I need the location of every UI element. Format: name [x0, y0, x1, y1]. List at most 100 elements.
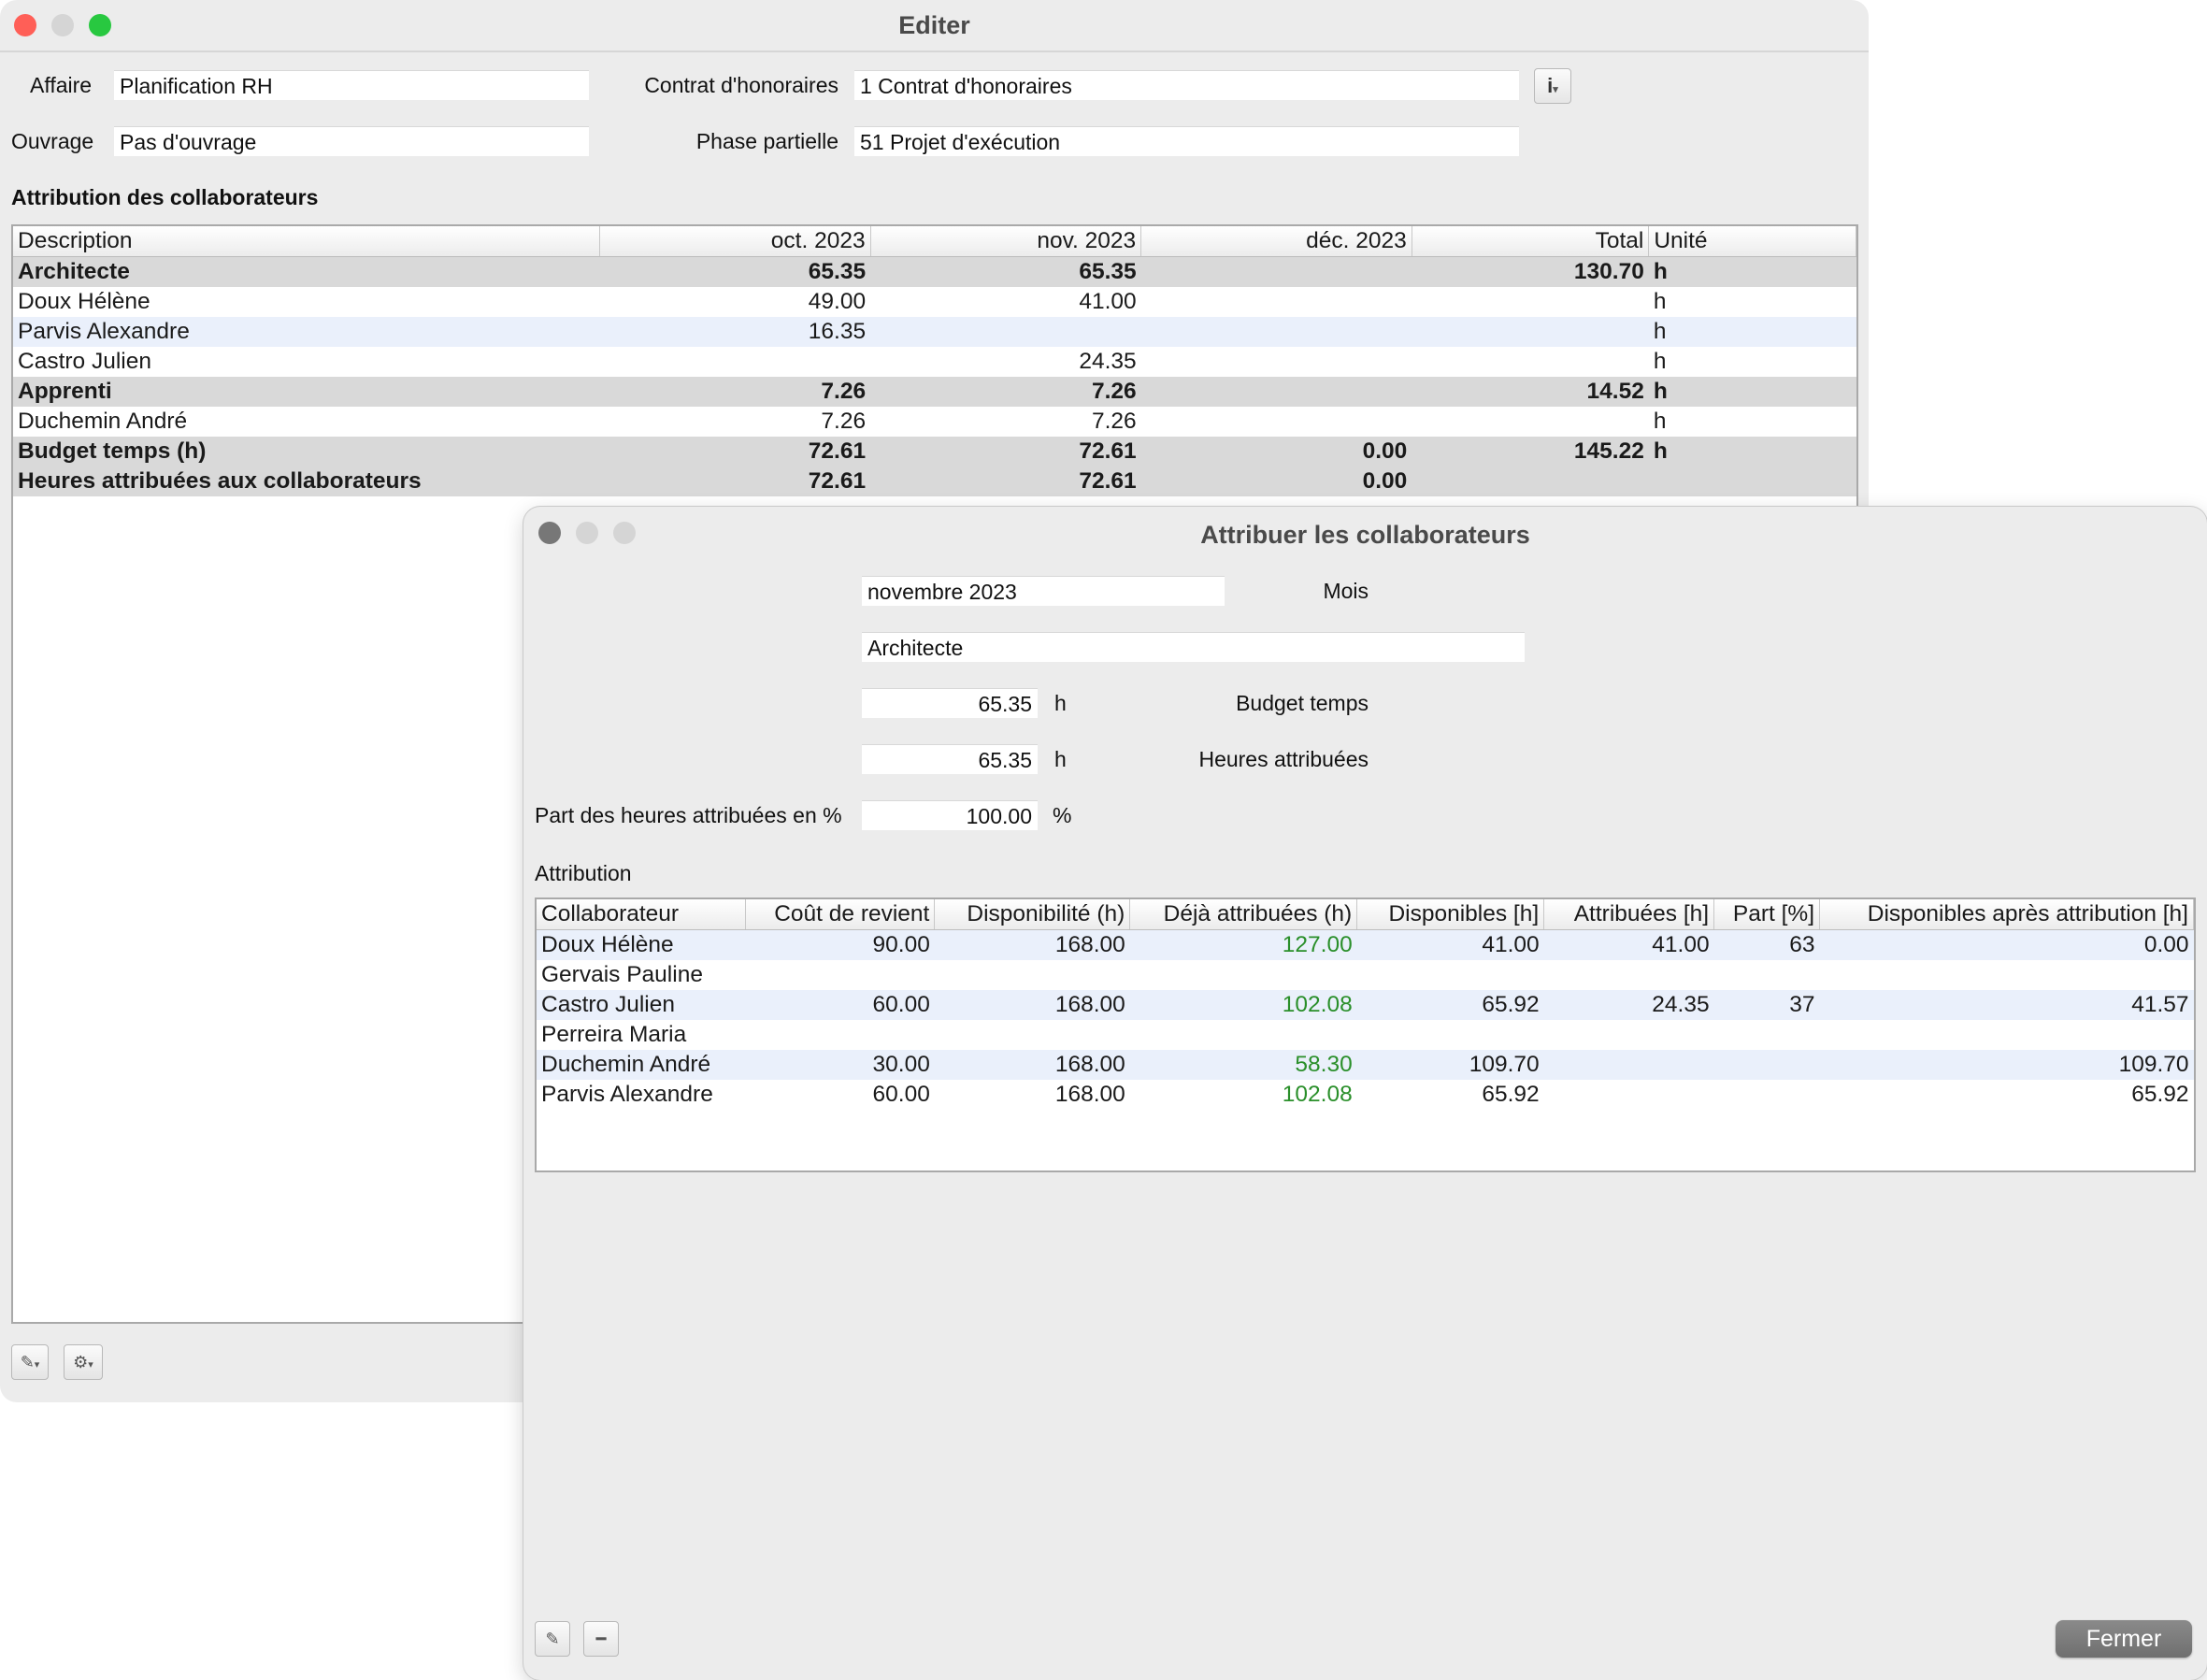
cell-total: 145.22	[1412, 437, 1649, 467]
ouvrage-label: Ouvrage	[11, 129, 94, 153]
cell-total: 14.52	[1412, 377, 1649, 407]
budget-field[interactable]: 65.35	[862, 688, 1038, 718]
cell-nov: 7.26	[1092, 409, 1137, 434]
editor-title: Editer	[898, 11, 970, 39]
cell-attribuees	[1544, 960, 1714, 990]
table-row[interactable]: Apprenti 7.26 7.26 14.52 h	[13, 377, 1856, 407]
cell-collaborateur: Castro Julien	[537, 990, 746, 1020]
cell-oct	[600, 347, 871, 377]
affaire-field[interactable]: Planification RH	[114, 70, 589, 100]
chevron-down-icon: ▾	[88, 1359, 93, 1371]
column-header-disponibilite[interactable]: Disponibilité (h)	[934, 899, 1131, 930]
column-header-nov[interactable]: nov. 2023	[870, 226, 1142, 257]
cell-apres: 65.92	[2131, 1082, 2189, 1107]
edit-menu-button[interactable]: ✎▾	[11, 1344, 49, 1380]
cell-cout: 30.00	[745, 1050, 935, 1080]
categories-field[interactable]: Architecte	[862, 632, 1525, 662]
column-header-apres[interactable]: Disponibles après attribution [h]	[1819, 899, 2194, 930]
info-dropdown-button[interactable]: i▾	[1534, 68, 1571, 104]
column-header-part[interactable]: Part [%]	[1713, 899, 1821, 930]
cell-unite: h	[1653, 289, 1667, 314]
column-header-description[interactable]: Description	[13, 226, 601, 257]
column-header-disponibles[interactable]: Disponibles [h]	[1356, 899, 1545, 930]
cell-collaborateur: Parvis Alexandre	[541, 1082, 713, 1107]
cell-attribuees: 41.00	[1543, 929, 1714, 960]
mois-field[interactable]: novembre 2023	[862, 576, 1225, 606]
edit-assignment-button[interactable]: ✎	[535, 1621, 570, 1657]
cell-description: Duchemin André	[18, 409, 188, 434]
cell-total	[1412, 407, 1649, 437]
cell-attribuees	[1543, 1050, 1714, 1080]
cell-dec	[1141, 407, 1412, 437]
table-row[interactable]: Architecte 65.35 65.35 130.70 h	[13, 256, 1856, 287]
table-header-row: Description oct. 2023 nov. 2023 déc. 202…	[13, 226, 1856, 257]
cell-unite: h	[1653, 409, 1667, 434]
cell-description: Heures attribuées aux collaborateurs	[13, 467, 600, 496]
column-header-unite[interactable]: Unité	[1648, 226, 1856, 257]
remove-assignment-button[interactable]: ━	[583, 1621, 619, 1657]
cell-attribuees: 24.35	[1543, 990, 1714, 1020]
cell-description: Castro Julien	[18, 349, 151, 374]
table-row[interactable]: Doux Hélène 49.00 41.00 h	[13, 287, 1856, 317]
table-row[interactable]: Parvis Alexandre 60.00 168.00 102.08 65.…	[537, 1080, 2194, 1110]
cell-nov: 7.26	[870, 377, 1141, 407]
column-header-total[interactable]: Total	[1412, 226, 1650, 257]
table-row[interactable]: Heures attribuées aux collaborateurs 72.…	[13, 467, 1856, 496]
column-header-dec[interactable]: déc. 2023	[1140, 226, 1412, 257]
cell-dec	[1140, 377, 1412, 407]
cell-description: Doux Hélène	[18, 289, 150, 314]
part-field[interactable]: 100.00	[862, 800, 1038, 830]
contrat-label: Contrat d'honoraires	[644, 73, 838, 97]
settings-menu-button[interactable]: ⚙▾	[64, 1344, 103, 1380]
column-header-attribuees[interactable]: Attribuées [h]	[1543, 899, 1715, 930]
cell-oct: 7.26	[821, 409, 867, 434]
attribution-label: Attribution	[535, 861, 632, 885]
table-row[interactable]: Castro Julien 24.35 h	[13, 347, 1856, 377]
cell-disponibles	[1357, 1020, 1544, 1050]
contrat-field[interactable]: 1 Contrat d'honoraires	[854, 70, 1519, 100]
column-header-cout[interactable]: Coût de revient	[745, 899, 936, 930]
cell-deja: 102.08	[1129, 990, 1357, 1020]
ouvrage-field[interactable]: Pas d'ouvrage	[114, 126, 589, 156]
cell-disponibilite: 168.00	[934, 990, 1130, 1020]
table-row[interactable]: Doux Hélène 90.00 168.00 127.00 41.00 41…	[537, 929, 2194, 960]
table-row[interactable]: Gervais Pauline	[537, 960, 2194, 990]
cell-cout	[746, 1020, 935, 1050]
cell-collaborateur: Doux Hélène	[537, 929, 746, 960]
cell-dec: 0.00	[1140, 467, 1412, 496]
table-row[interactable]: Duchemin André 7.26 7.26 h	[13, 407, 1856, 437]
part-label: Part des heures attribuées en %	[535, 803, 842, 827]
cell-dec	[1141, 287, 1412, 317]
cell-part	[1714, 1080, 1820, 1110]
table-row[interactable]: Budget temps (h) 72.61 72.61 0.00 145.22…	[13, 437, 1856, 467]
cell-disponibilite	[935, 1020, 1130, 1050]
cell-deja	[1130, 960, 1357, 990]
column-header-oct[interactable]: oct. 2023	[599, 226, 871, 257]
pencil-icon: ✎	[545, 1630, 560, 1648]
cell-oct: 16.35	[599, 317, 871, 347]
cell-deja: 58.30	[1129, 1050, 1357, 1080]
cell-unite: h	[1648, 437, 1856, 467]
table-row[interactable]: Perreira Maria	[537, 1020, 2194, 1050]
gear-icon: ⚙	[73, 1353, 89, 1371]
cell-cout: 60.00	[745, 990, 935, 1020]
heures-field[interactable]: 65.35	[862, 744, 1038, 774]
cell-total	[1412, 317, 1649, 347]
cell-deja: 102.08	[1282, 1082, 1353, 1107]
cell-cout	[746, 960, 935, 990]
column-header-collaborateur[interactable]: Collaborateur	[537, 899, 747, 930]
cell-unite: h	[1648, 377, 1856, 407]
phase-label: Phase partielle	[695, 129, 838, 153]
cell-nov: 24.35	[1079, 349, 1137, 374]
cell-oct: 72.61	[599, 467, 871, 496]
close-button[interactable]: Fermer	[2056, 1620, 2192, 1658]
table-row[interactable]: Duchemin André 30.00 168.00 58.30 109.70…	[537, 1050, 2194, 1080]
column-header-deja[interactable]: Déjà attribuées (h)	[1129, 899, 1358, 930]
phase-field[interactable]: 51 Projet d'exécution	[854, 126, 1519, 156]
cell-nov: 41.00	[1079, 289, 1137, 314]
table-row[interactable]: Parvis Alexandre 16.35 h	[13, 317, 1856, 347]
attribution-section-title: Attribution des collaborateurs	[11, 185, 319, 209]
cell-disponibles: 41.00	[1356, 929, 1544, 960]
cell-deja: 127.00	[1129, 929, 1357, 960]
table-row[interactable]: Castro Julien 60.00 168.00 102.08 65.92 …	[537, 990, 2194, 1020]
